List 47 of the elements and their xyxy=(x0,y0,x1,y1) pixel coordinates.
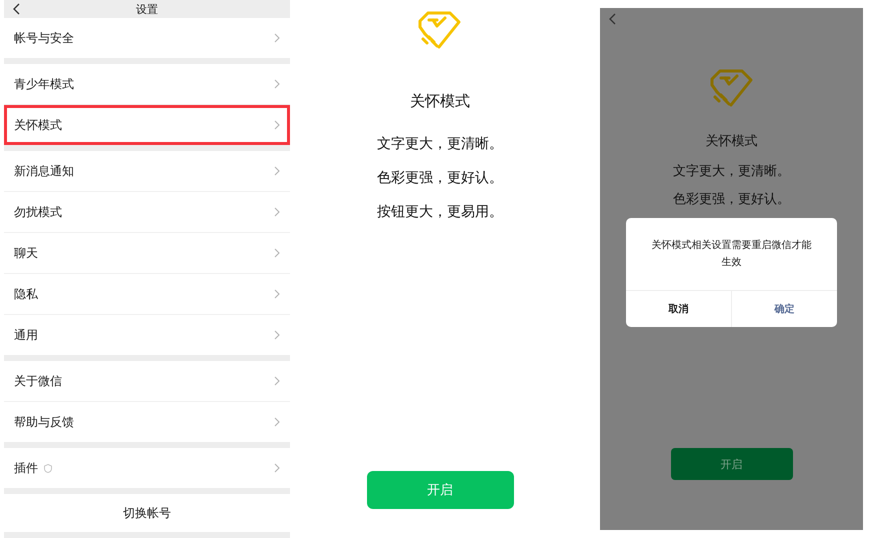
care-mode-title: 关怀模式 xyxy=(706,133,758,150)
item-label: 关怀模式 xyxy=(14,116,62,134)
shield-icon xyxy=(44,464,52,472)
item-label: 聊天 xyxy=(14,244,38,262)
settings-item[interactable]: 聊天 xyxy=(4,233,290,274)
settings-item[interactable]: 通用 xyxy=(4,315,290,355)
settings-item[interactable]: 关于微信 xyxy=(4,361,290,402)
item-label: 隐私 xyxy=(14,286,38,302)
chevron-right-icon xyxy=(274,120,280,130)
feature-line: 色彩更强，更好认。 xyxy=(673,191,790,209)
care-mode-title: 关怀模式 xyxy=(410,92,470,111)
chevron-right-icon xyxy=(274,33,280,43)
settings-item[interactable]: 帐号与安全 xyxy=(4,18,290,58)
item-label: 青少年模式 xyxy=(14,76,74,92)
feature-line: 文字更大，更清晰。 xyxy=(673,163,790,181)
feature-line: 按钮更大，更易用。 xyxy=(377,203,503,222)
chevron-right-icon xyxy=(274,207,280,217)
chevron-right-icon xyxy=(274,248,280,258)
settings-item[interactable]: 帮助与反馈 xyxy=(4,402,290,442)
settings-item[interactable]: 关怀模式 xyxy=(4,105,290,145)
item-label: 插件 xyxy=(14,460,38,476)
item-label: 新消息通知 xyxy=(14,162,74,180)
chevron-right-icon xyxy=(274,330,280,340)
dialog-message: 关怀模式相关设置需要重启微信才能生效 xyxy=(650,238,812,270)
page-title: 设置 xyxy=(136,2,158,16)
chevron-right-icon xyxy=(274,376,280,386)
cancel-button[interactable]: 取消 xyxy=(626,291,731,327)
chevron-right-icon xyxy=(274,463,280,473)
settings-item[interactable]: 隐私 xyxy=(4,274,290,315)
chevron-right-icon xyxy=(274,166,280,176)
item-label: 关于微信 xyxy=(14,372,62,390)
chevron-right-icon xyxy=(274,289,280,299)
feature-line: 色彩更强，更好认。 xyxy=(377,169,503,188)
confirm-button[interactable]: 确定 xyxy=(731,291,837,327)
settings-item[interactable]: 青少年模式 xyxy=(4,64,290,105)
chevron-right-icon xyxy=(274,417,280,427)
item-label: 帐号与安全 xyxy=(14,30,74,46)
settings-item[interactable]: 勿扰模式 xyxy=(4,192,290,233)
item-label: 通用 xyxy=(14,326,38,344)
settings-item[interactable]: 新消息通知 xyxy=(4,151,290,192)
settings-item[interactable]: 插件 xyxy=(4,448,290,488)
item-label: 帮助与反馈 xyxy=(14,414,74,430)
feature-line: 文字更大，更清晰。 xyxy=(377,135,503,154)
item-label: 勿扰模式 xyxy=(14,204,62,220)
chevron-right-icon xyxy=(274,79,280,89)
switch-account-button[interactable]: 切换帐号 xyxy=(4,494,290,532)
back-icon[interactable] xyxy=(12,3,20,15)
